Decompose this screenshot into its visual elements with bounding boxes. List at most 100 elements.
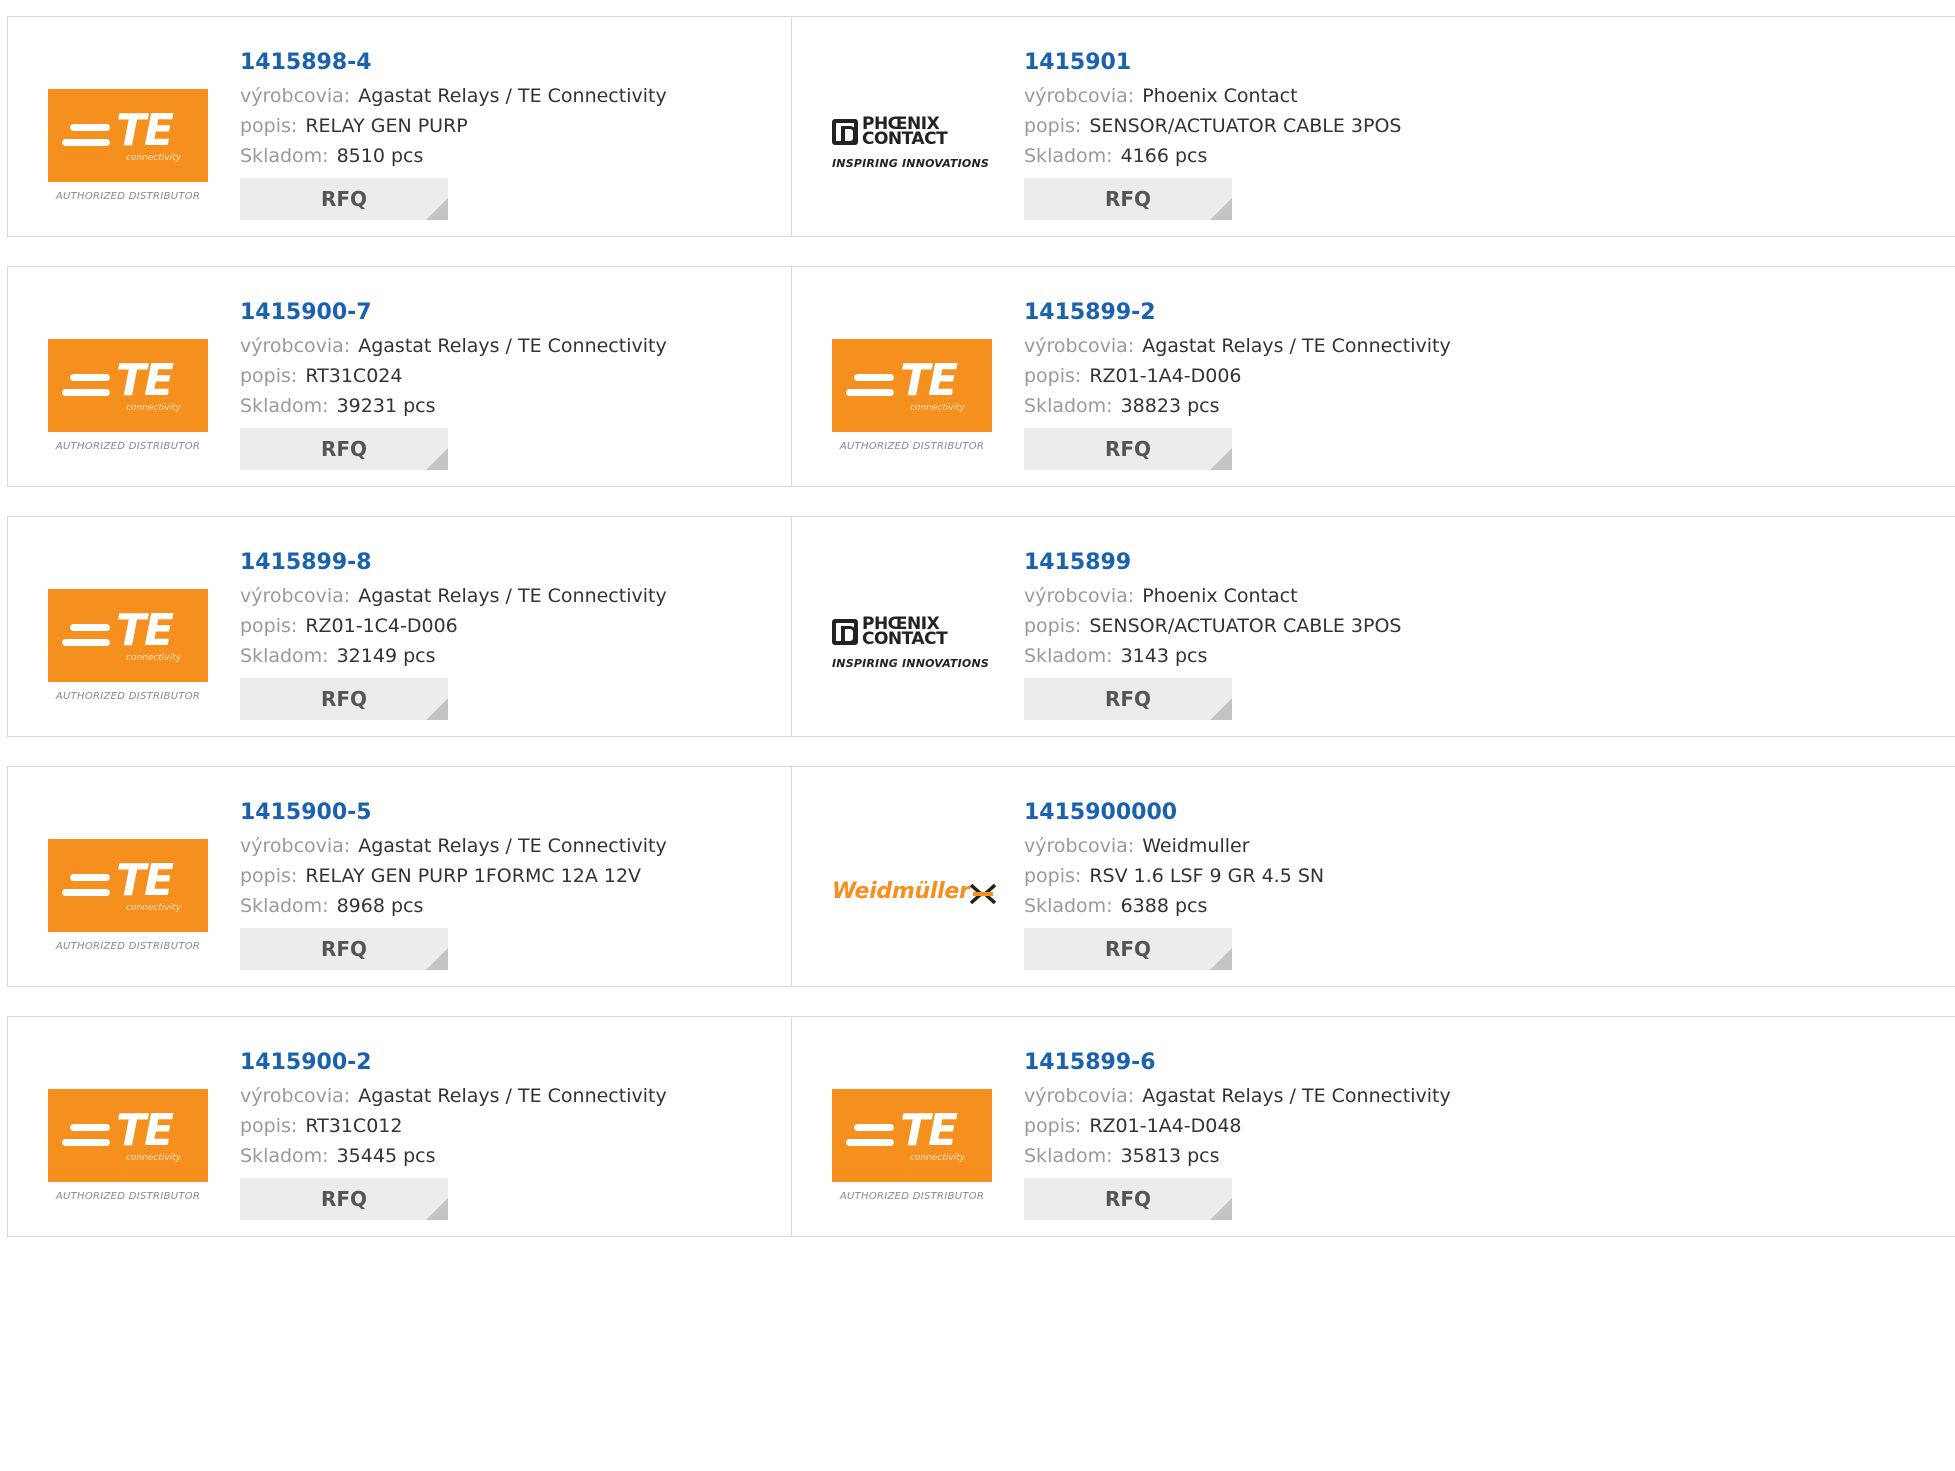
- stock-row: Skladom: 8510 pcs: [240, 141, 781, 171]
- rfq-button[interactable]: RFQ: [240, 928, 448, 970]
- te-logo-sub: connectivity: [126, 1153, 182, 1163]
- description-row: popis: RELAY GEN PURP: [240, 111, 781, 141]
- stock-row: Skladom: 35813 pcs: [1024, 1141, 1955, 1171]
- rfq-label: RFQ: [320, 937, 368, 961]
- stock-row: Skladom: 3143 pcs: [1024, 641, 1955, 671]
- rfq-button[interactable]: RFQ: [1024, 178, 1232, 220]
- te-logo-box: TE connectivity: [48, 89, 208, 182]
- manufacturer-label: výrobcovia:: [1024, 585, 1135, 607]
- stock-label: Skladom:: [240, 145, 329, 167]
- stock-label: Skladom:: [1024, 145, 1113, 167]
- te-logo-word: TE: [900, 355, 958, 406]
- part-number-link[interactable]: 1415900-2: [240, 1047, 372, 1079]
- te-logo-box: TE connectivity: [832, 1089, 992, 1182]
- te-logo-sub: connectivity: [126, 903, 182, 913]
- rfq-label: RFQ: [320, 1187, 368, 1211]
- description-value: RT31C012: [305, 1115, 403, 1137]
- te-authorized-tag: AUTHORIZED DISTRIBUTOR: [55, 691, 201, 702]
- part-number-link[interactable]: 1415899-2: [1024, 297, 1156, 329]
- stock-value: 3143 pcs: [1120, 645, 1208, 667]
- product-info: 1415901 výrobcovia: Phoenix Contact popis…: [1024, 47, 1955, 171]
- rfq-label: RFQ: [320, 437, 368, 461]
- part-number-link[interactable]: 1415900-7: [240, 297, 372, 329]
- te-logo-word: TE: [116, 1105, 174, 1156]
- phoenix-logo-tag: INSPIRING INNOVATIONS: [832, 157, 989, 170]
- manufacturer-label: výrobcovia:: [1024, 85, 1135, 107]
- description-row: popis: SENSOR/ACTUATOR CABLE 3POS: [1024, 611, 1955, 641]
- rfq-corner-decoration: [1210, 198, 1232, 220]
- rfq-button[interactable]: RFQ: [240, 1178, 448, 1220]
- product-card-1415901: PHŒNIX CONTACT INSPIRING INNOVATIONS 141…: [791, 16, 1955, 237]
- product-card-1415900-2: TE connectivity AUTHORIZED DISTRIBUTOR 1…: [7, 1016, 792, 1237]
- description-row: popis: RSV 1.6 LSF 9 GR 4.5 SN: [1024, 861, 1955, 891]
- te-bars-icon: [62, 1124, 110, 1148]
- rfq-label: RFQ: [1104, 937, 1152, 961]
- product-card-1415900000: Weidmüller 1415900000 výrobcovia: Weidmul…: [791, 766, 1955, 987]
- stock-row: Skladom: 6388 pcs: [1024, 891, 1955, 921]
- product-card-1415899-8: TE connectivity AUTHORIZED DISTRIBUTOR 1…: [7, 516, 792, 737]
- rfq-button[interactable]: RFQ: [1024, 678, 1232, 720]
- rfq-corner-decoration: [1210, 1198, 1232, 1220]
- description-value: RSV 1.6 LSF 9 GR 4.5 SN: [1089, 865, 1325, 887]
- rfq-corner-decoration: [426, 198, 448, 220]
- rfq-button[interactable]: RFQ: [1024, 428, 1232, 470]
- description-label: popis:: [240, 865, 298, 887]
- stock-row: Skladom: 4166 pcs: [1024, 141, 1955, 171]
- description-value: RELAY GEN PURP: [305, 115, 468, 137]
- rfq-label: RFQ: [1104, 437, 1152, 461]
- description-value: RT31C024: [305, 365, 403, 387]
- stock-value: 39231 pcs: [336, 395, 436, 417]
- description-row: popis: RT31C024: [240, 361, 781, 391]
- rfq-button[interactable]: RFQ: [240, 428, 448, 470]
- stock-label: Skladom:: [1024, 645, 1113, 667]
- product-card-1415899-2: TE connectivity AUTHORIZED DISTRIBUTOR 1…: [791, 266, 1955, 487]
- manufacturer-row: výrobcovia: Phoenix Contact: [1024, 581, 1955, 611]
- manufacturer-value: Agastat Relays / TE Connectivity: [358, 835, 667, 857]
- part-number-link[interactable]: 1415901: [1024, 47, 1131, 79]
- product-info: 1415899-6 výrobcovia: Agastat Relays / TE…: [1024, 1047, 1955, 1171]
- part-number-link[interactable]: 1415900-5: [240, 797, 372, 829]
- stock-label: Skladom:: [1024, 1145, 1113, 1167]
- te-logo-word: TE: [900, 1105, 958, 1156]
- te-logo-box: TE connectivity: [48, 589, 208, 682]
- stock-row: Skladom: 35445 pcs: [240, 1141, 781, 1171]
- stock-row: Skladom: 32149 pcs: [240, 641, 781, 671]
- weidmuller-cross-icon: [970, 883, 996, 905]
- rfq-label: RFQ: [320, 187, 368, 211]
- description-row: popis: RZ01-1C4-D006: [240, 611, 781, 641]
- part-number-link[interactable]: 1415899-6: [1024, 1047, 1156, 1079]
- te-logo-word: TE: [116, 855, 174, 906]
- manufacturer-label: výrobcovia:: [240, 335, 351, 357]
- part-number-link[interactable]: 1415900000: [1024, 797, 1177, 829]
- rfq-corner-decoration: [426, 948, 448, 970]
- rfq-button[interactable]: RFQ: [240, 678, 448, 720]
- part-number-link[interactable]: 1415899: [1024, 547, 1131, 579]
- rfq-corner-decoration: [426, 448, 448, 470]
- phoenix-logo-line2: CONTACT: [862, 629, 948, 649]
- rfq-button[interactable]: RFQ: [1024, 1178, 1232, 1220]
- stock-value: 38823 pcs: [1120, 395, 1220, 417]
- rfq-button[interactable]: RFQ: [240, 178, 448, 220]
- te-logo-box: TE connectivity: [832, 339, 992, 432]
- manufacturer-row: výrobcovia: Phoenix Contact: [1024, 81, 1955, 111]
- stock-value: 8968 pcs: [336, 895, 424, 917]
- manufacturer-label: výrobcovia:: [1024, 1085, 1135, 1107]
- phoenix-mark-icon: [832, 619, 858, 645]
- product-card-1415898-4: TE connectivity AUTHORIZED DISTRIBUTOR 1…: [7, 16, 792, 237]
- rfq-label: RFQ: [1104, 687, 1152, 711]
- rfq-button[interactable]: RFQ: [1024, 928, 1232, 970]
- part-number-link[interactable]: 1415898-4: [240, 47, 372, 79]
- part-number-link[interactable]: 1415899-8: [240, 547, 372, 579]
- te-bars-icon: [62, 374, 110, 398]
- rfq-label: RFQ: [1104, 1187, 1152, 1211]
- product-card-1415900-7: TE connectivity AUTHORIZED DISTRIBUTOR 1…: [7, 266, 792, 487]
- manufacturer-value: Agastat Relays / TE Connectivity: [358, 335, 667, 357]
- product-info: 1415900-2 výrobcovia: Agastat Relays / TE…: [240, 1047, 781, 1171]
- stock-label: Skladom:: [1024, 395, 1113, 417]
- te-authorized-tag: AUTHORIZED DISTRIBUTOR: [839, 1191, 985, 1202]
- te-brand-logo: TE connectivity AUTHORIZED DISTRIBUTOR: [48, 339, 208, 459]
- rfq-corner-decoration: [1210, 698, 1232, 720]
- manufacturer-label: výrobcovia:: [240, 1085, 351, 1107]
- te-logo-sub: connectivity: [126, 153, 182, 163]
- te-brand-logo: TE connectivity AUTHORIZED DISTRIBUTOR: [832, 1089, 992, 1209]
